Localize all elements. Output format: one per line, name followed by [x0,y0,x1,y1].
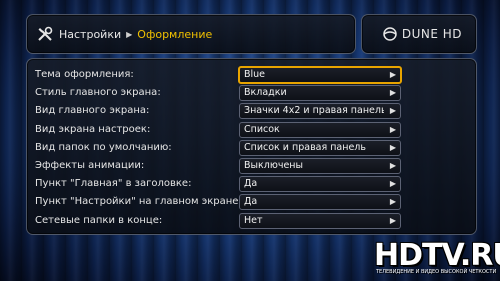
setting-label: Тема оформления: [35,69,134,80]
setting-value: Нет [244,214,263,226]
setting-value: Список и правая панель [244,141,366,153]
setting-label: Вид экрана настроек: [35,123,151,135]
setting-dropdown[interactable]: Blue ▶ [238,66,402,84]
chevron-right-icon: ▶ [389,179,396,189]
chevron-right-icon: ▶ [389,142,396,152]
settings-panel: Тема оформления: Blue ▶ Стиль главного экра… [26,58,477,235]
chevron-right-icon: ▶ [389,106,396,116]
setting-dropdown[interactable]: Да ▶ [239,194,401,211]
setting-value: Да [244,178,258,190]
chevron-right-icon: ▶ [389,215,396,225]
header-bar: Настройки ▶ Оформление [26,14,356,54]
setting-label: Пункт "Главная" в заголовке: [35,178,192,190]
setting-label: Пункт "Настройки" на главном экране: [35,196,242,208]
breadcrumb-current: Оформление [137,27,213,41]
breadcrumb-root[interactable]: Настройки [59,28,121,41]
setting-label: Вид главного экрана: [35,105,150,117]
chevron-right-icon: ▶ [389,161,396,170]
setting-dropdown[interactable]: Выключены ▶ [239,158,401,174]
settings-row[interactable]: Пункт "Главная" в заголовке: Да ▶ [27,176,476,194]
dune-logo-icon [383,27,397,41]
watermark-title: HDTV.RU [374,238,500,273]
settings-row[interactable]: Сетевые папки в конце: Нет ▶ [27,212,476,231]
setting-dropdown[interactable]: Значки 4х2 и правая панель ▶ [239,103,401,120]
settings-row[interactable]: Вид экрана настроек: Список ▶ [27,121,476,140]
settings-row[interactable]: Стиль главного экрана: Вкладки ▶ [27,85,476,103]
setting-dropdown[interactable]: Список ▶ [239,121,401,138]
brand-panel: DUNE HD [361,14,477,54]
dune-logo: DUNE HD [383,15,462,53]
settings-row[interactable]: Вид главного экрана: Значки 4х2 и правая … [27,103,476,121]
watermark-logo: HDTV.RU ТЕЛЕВИДЕНИЕ И ВИДЕО ВЫСОКОЙ ЧЕТК… [374,238,500,280]
setting-dropdown[interactable]: Список и правая панель ▶ [239,139,401,156]
setting-dropdown[interactable]: Да ▶ [239,176,401,193]
tools-icon [38,26,53,41]
setting-dropdown[interactable]: Вкладки ▶ [239,85,401,102]
settings-row[interactable]: Пункт "Настройки" на главном экране: Да ▶ [27,194,476,212]
setting-value: Выключены [244,160,303,171]
chevron-right-icon: ▶ [389,197,396,207]
setting-label: Стиль главного экрана: [35,87,161,99]
chevron-right-icon: ▶ [389,70,396,79]
breadcrumb: Настройки ▶ Оформление [37,15,212,53]
setting-label: Вид папок по умолчанию: [35,141,172,153]
setting-dropdown[interactable]: Нет ▶ [239,212,401,229]
setting-value: Blue [244,69,266,80]
chevron-right-icon: ▶ [389,88,396,98]
chevron-right-icon: ▶ [389,124,396,134]
setting-label: Сетевые папки в конце: [35,214,163,226]
setting-value: Значки 4х2 и правая панель [244,105,384,117]
setting-value: Вкладки [244,87,287,99]
watermark-subtitle: ТЕЛЕВИДЕНИЕ И ВИДЕО ВЫСОКОЙ ЧЕТКОСТИ [376,269,497,275]
setting-label: Эффекты анимации: [35,160,145,171]
settings-row[interactable]: Вид папок по умолчанию: Список и правая п… [27,139,476,158]
logo-text: DUNE HD [401,27,462,41]
breadcrumb-separator-icon: ▶ [126,29,133,39]
settings-row[interactable]: Эффекты анимации: Выключены ▶ [27,158,476,176]
setting-value: Список [244,123,280,135]
setting-value: Да [244,196,258,208]
settings-row[interactable]: Тема оформления: Blue ▶ [27,66,476,85]
